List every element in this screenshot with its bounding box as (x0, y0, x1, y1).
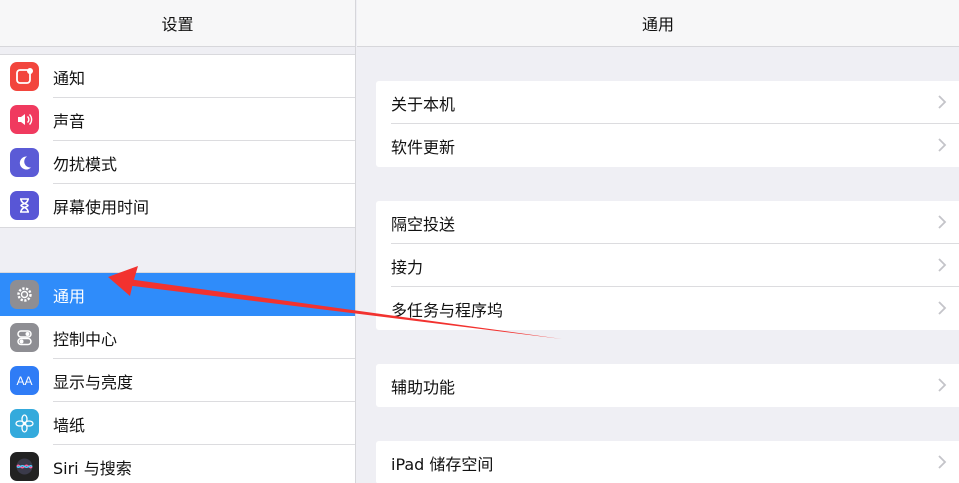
sidebar-group-1: 通知 声音 勿扰模式 屏幕使用时间 (0, 54, 355, 228)
chevron-right-icon (938, 455, 947, 469)
row-label: 软件更新 (391, 137, 456, 157)
siri-icon (10, 452, 39, 481)
text-size-icon: AA (10, 366, 39, 395)
sidebar-item-screen-time[interactable]: 屏幕使用时间 (0, 184, 355, 227)
sound-icon (10, 105, 39, 134)
toggles-icon (10, 323, 39, 352)
hourglass-icon (10, 191, 39, 220)
gear-icon (10, 280, 39, 309)
sidebar-item-notifications[interactable]: 通知 (0, 55, 355, 98)
row-ipad-storage[interactable]: iPad 储存空间 (376, 441, 959, 483)
sidebar-group-2: 通用 控制中心 AA 显示与亮度 墙纸 Siri 与搜索 (0, 272, 355, 483)
settings-card-2: 隔空投送 接力 多任务与程序坞 (376, 201, 959, 330)
sidebar-item-wallpaper[interactable]: 墙纸 (0, 402, 355, 445)
sidebar-item-label: 通用 (53, 286, 86, 306)
notifications-icon (10, 62, 39, 91)
row-label: 隔空投送 (391, 214, 456, 234)
chevron-right-icon (938, 378, 947, 392)
sidebar-item-general[interactable]: 通用 (0, 273, 355, 316)
row-label: 辅助功能 (391, 377, 456, 397)
row-airdrop[interactable]: 隔空投送 (376, 201, 959, 244)
sidebar-item-label: 墙纸 (53, 415, 86, 435)
settings-sidebar: 设置 通知 声音 勿扰模式 屏幕使用时间 通用 控制中心 AA 显示与亮度 墙纸… (0, 0, 356, 483)
row-label: 关于本机 (391, 94, 456, 114)
row-label: 多任务与程序坞 (391, 300, 504, 320)
sidebar-title: 设置 (0, 0, 355, 47)
sidebar-item-label: 屏幕使用时间 (53, 197, 150, 217)
flower-icon (10, 409, 39, 438)
settings-card-1: 关于本机 软件更新 (376, 81, 959, 167)
settings-card-3: 辅助功能 (376, 364, 959, 407)
sidebar-item-label: 声音 (53, 111, 86, 131)
sidebar-item-label: 勿扰模式 (53, 154, 118, 174)
row-software-update[interactable]: 软件更新 (376, 124, 959, 167)
general-settings-panel: 通用 关于本机 软件更新 隔空投送 接力 多任务与程序坞 辅助功能 iPad 储… (357, 0, 959, 483)
sidebar-item-display-brightness[interactable]: AA 显示与亮度 (0, 359, 355, 402)
chevron-right-icon (938, 215, 947, 229)
row-accessibility[interactable]: 辅助功能 (376, 364, 959, 407)
chevron-right-icon (938, 258, 947, 272)
sidebar-item-do-not-disturb[interactable]: 勿扰模式 (0, 141, 355, 184)
chevron-right-icon (938, 138, 947, 152)
moon-icon (10, 148, 39, 177)
sidebar-item-label: Siri 与搜索 (53, 458, 132, 478)
page-title: 通用 (357, 0, 959, 47)
sidebar-item-sound[interactable]: 声音 (0, 98, 355, 141)
row-multitasking-dock[interactable]: 多任务与程序坞 (376, 287, 959, 330)
sidebar-item-control-center[interactable]: 控制中心 (0, 316, 355, 359)
row-label: 接力 (391, 257, 424, 277)
sidebar-item-siri-search[interactable]: Siri 与搜索 (0, 445, 355, 483)
settings-card-4: iPad 储存空间 (376, 441, 959, 483)
row-about[interactable]: 关于本机 (376, 81, 959, 124)
sidebar-item-label: 显示与亮度 (53, 372, 134, 392)
chevron-right-icon (938, 95, 947, 109)
sidebar-item-label: 通知 (53, 68, 86, 88)
sidebar-item-label: 控制中心 (53, 329, 118, 349)
row-label: iPad 储存空间 (391, 454, 494, 474)
chevron-right-icon (938, 301, 947, 315)
row-handoff[interactable]: 接力 (376, 244, 959, 287)
